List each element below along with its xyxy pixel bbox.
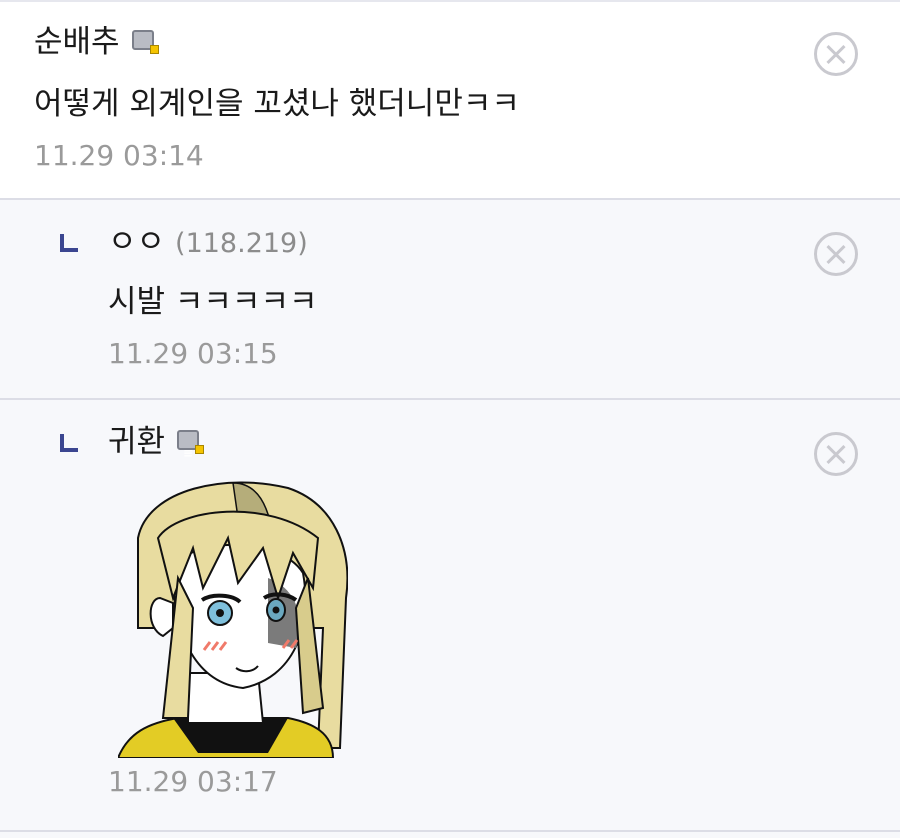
comment-text: 시발 ㅋㅋㅋㅋㅋ	[108, 284, 318, 320]
comment-author[interactable]: ㅇㅇ	[108, 224, 165, 260]
fixed-nick-badge-icon: ≡	[131, 30, 159, 60]
delete-comment-button[interactable]	[814, 432, 858, 476]
comment-item: 순배추 ≡ 어떻게 외계인을 꼬셨나 했더니만ㅋㅋ 11.29 03:14	[0, 0, 900, 198]
delete-comment-button[interactable]	[814, 32, 858, 76]
comment-timestamp: 11.29 03:14	[34, 139, 204, 172]
comment-author[interactable]: 귀환	[108, 424, 165, 460]
fixed-nick-badge-icon: ≡	[177, 430, 205, 460]
reply-comment-item: 귀환 ≡ 11.29 03:17	[0, 398, 900, 830]
next-comment-edge	[0, 830, 900, 838]
comment-text: 어떻게 외계인을 꼬셨나 했더니만ㅋㅋ	[34, 86, 520, 122]
delete-comment-button[interactable]	[814, 232, 858, 276]
comment-timestamp: 11.29 03:15	[108, 337, 278, 370]
reply-arrow-icon	[60, 234, 78, 252]
comment-author-row: 순배추 ≡	[34, 22, 159, 62]
anime-girl-sticker	[118, 481, 348, 758]
comment-author-row: 귀환 ≡	[108, 422, 205, 462]
comment-author-ip: (118.219)	[175, 228, 308, 259]
comment-author[interactable]: 순배추	[34, 24, 120, 60]
reply-comment-item: ㅇㅇ (118.219) 시발 ㅋㅋㅋㅋㅋ 11.29 03:15	[0, 198, 900, 398]
comment-author-row: ㅇㅇ (118.219)	[108, 222, 308, 264]
comment-timestamp: 11.29 03:17	[108, 765, 278, 798]
reply-arrow-icon	[60, 434, 78, 452]
